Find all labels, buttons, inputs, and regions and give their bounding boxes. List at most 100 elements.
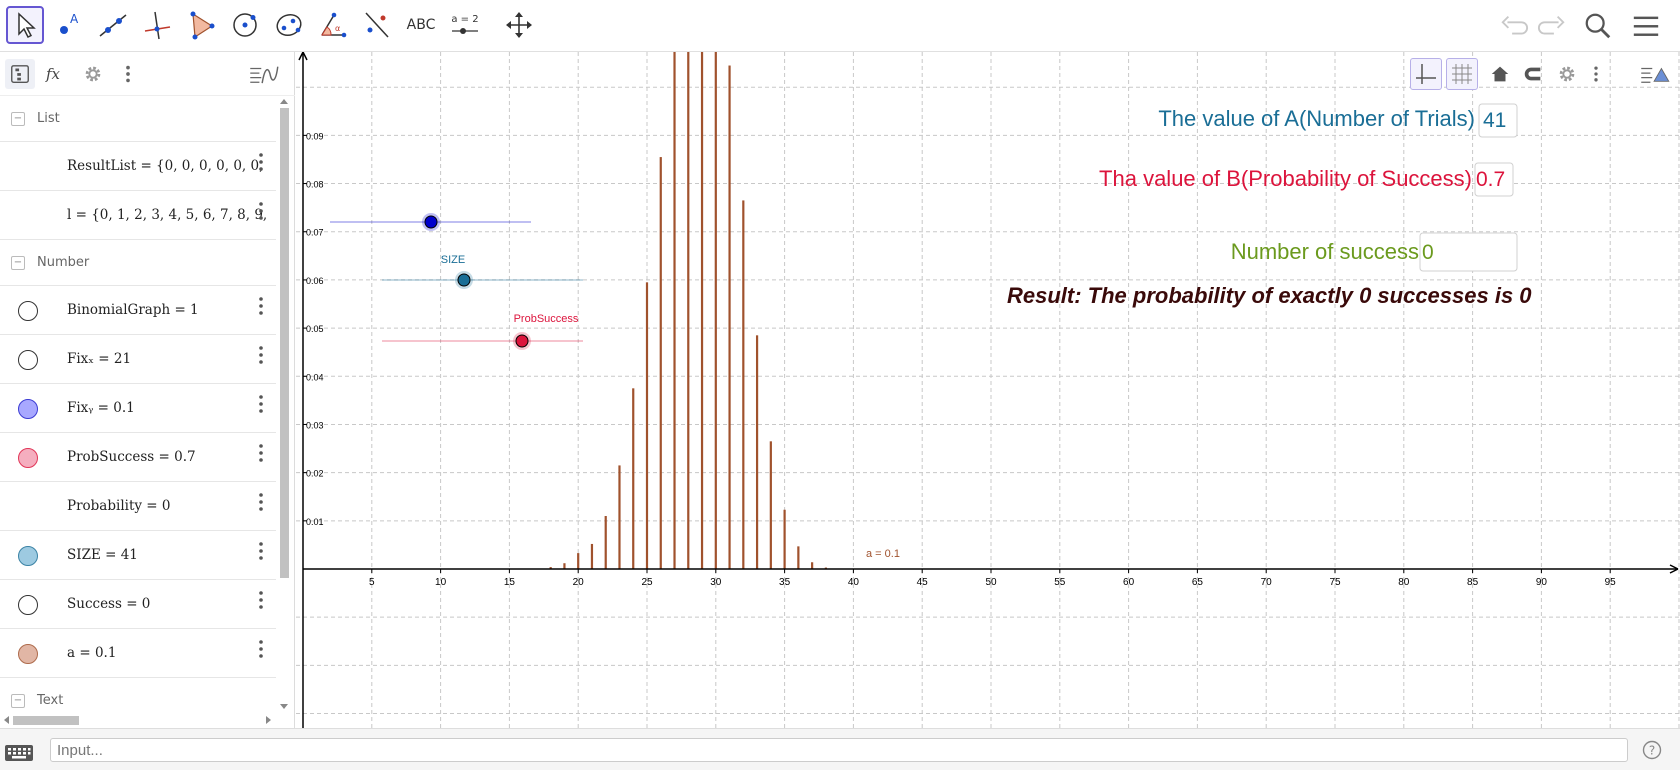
more-vert-icon[interactable] [258, 590, 264, 610]
slider-fix[interactable] [330, 213, 531, 231]
list-item[interactable]: a = 0.1 [0, 629, 276, 678]
main-menu-button[interactable] [1630, 10, 1662, 42]
slider-size[interactable]: SIZE [382, 254, 583, 289]
redo-button[interactable] [1536, 10, 1568, 42]
list-item[interactable]: BinomialGraph = 1 [0, 286, 276, 335]
group-header-number[interactable]: − Number [0, 240, 276, 286]
graphics-view[interactable]: 5 10 15 20 25 30 35 40 45 50 55 60 65 70 75 80 85 90 95 0.0… [296, 52, 1680, 728]
collapse-icon[interactable]: − [11, 255, 25, 270]
list-item[interactable]: ProbSuccess = 0.7 [0, 433, 276, 482]
x-tick-label: 45 [917, 577, 929, 588]
visibility-toggle[interactable] [18, 350, 38, 370]
binomial-bar [604, 516, 607, 569]
algebra-tree-button[interactable] [5, 59, 35, 89]
point-capturing-button[interactable] [1518, 60, 1548, 88]
success-input-box[interactable]: 0 [1419, 232, 1518, 272]
move-graphics-view-tool[interactable] [500, 6, 538, 44]
point-tool[interactable]: A [50, 6, 88, 44]
x-tick-label: 15 [504, 577, 516, 588]
x-tick-label: 40 [848, 577, 860, 588]
success-label: Number of success [1231, 239, 1419, 264]
keyboard-button[interactable] [4, 741, 34, 763]
binomial-bar [700, 52, 704, 569]
keyboard-icon [5, 745, 33, 761]
binomial-bar [687, 52, 690, 569]
input-field[interactable] [50, 738, 1628, 762]
graphics-canvas[interactable]: 5 10 15 20 25 30 35 40 45 50 55 60 65 70 75 80 85 90 95 0.0… [296, 52, 1680, 728]
more-vert-icon[interactable] [258, 201, 264, 221]
list-item[interactable]: Probability = 0 [0, 482, 276, 531]
conic-tool[interactable] [270, 6, 308, 44]
line-tool[interactable] [94, 6, 132, 44]
algebra-more-button[interactable] [113, 59, 143, 89]
prob-input-box[interactable]: 0.7 [1474, 162, 1514, 197]
help-icon: ? [1642, 740, 1662, 760]
list-item[interactable]: Success = 0 [0, 580, 276, 629]
slider-size-knob[interactable] [457, 273, 471, 287]
list-item[interactable]: l = {0, 1, 2, 3, 4, 5, 6, 7, 8, 9, 10, 1 [0, 191, 276, 240]
circle-tool[interactable] [226, 6, 264, 44]
more-vert-icon[interactable] [258, 394, 264, 414]
visibility-toggle[interactable] [18, 448, 38, 468]
collapse-icon[interactable]: − [11, 693, 25, 708]
group-header-text[interactable]: − Text [0, 678, 276, 712]
slider-tool[interactable]: a = 2 [446, 6, 484, 44]
more-vert-icon[interactable] [258, 152, 264, 172]
collapse-icon[interactable]: − [11, 111, 25, 126]
binomial-bar [769, 441, 772, 569]
list-item[interactable]: Fixᵧ = 0.1 [0, 384, 276, 433]
binomial-bar [577, 553, 580, 569]
item-expression: l = {0, 1, 2, 3, 4, 5, 6, 7, 8, 9, 10, 1 [67, 207, 267, 223]
text-tool[interactable]: ABC [402, 6, 440, 44]
slider-fix-knob[interactable] [424, 215, 438, 229]
item-expression: BinomialGraph = 1 [67, 302, 199, 318]
tree-icon [11, 65, 29, 83]
group-header-list[interactable]: − List [0, 96, 276, 142]
prob-value: 0.7 [1476, 168, 1505, 191]
more-vert-icon[interactable] [258, 492, 264, 512]
move-tool[interactable] [6, 6, 44, 44]
algebra-settings-button[interactable] [78, 59, 108, 89]
binomial-bar [728, 65, 731, 570]
search-button[interactable] [1582, 10, 1614, 42]
style-bar-toggle-button[interactable] [1638, 60, 1672, 88]
redo-icon [1538, 15, 1565, 35]
visibility-toggle[interactable] [18, 644, 38, 664]
graphics-more-button[interactable] [1586, 60, 1606, 88]
help-button[interactable]: ? [1642, 740, 1662, 760]
visibility-toggle[interactable] [18, 301, 38, 321]
list-item[interactable]: Fixₓ = 21 [0, 335, 276, 384]
graphics-settings-button[interactable] [1553, 60, 1581, 88]
reflect-tool[interactable] [358, 6, 396, 44]
more-vert-icon[interactable] [258, 296, 264, 316]
more-vert-icon[interactable] [258, 345, 264, 365]
angle-tool[interactable]: α [314, 6, 352, 44]
perpendicular-line-tool[interactable] [138, 6, 176, 44]
show-grid-button[interactable] [1446, 58, 1478, 90]
fx-button[interactable]: fx [40, 59, 70, 89]
visibility-toggle[interactable] [18, 546, 38, 566]
show-axes-button[interactable] [1410, 58, 1442, 90]
polygon-tool[interactable] [182, 6, 220, 44]
list-item[interactable]: ResultList = {0, 0, 0, 0, 0, 0, 0, 0 [0, 142, 276, 191]
more-vert-icon[interactable] [258, 541, 264, 561]
horizontal-scrollbar[interactable] [0, 712, 276, 726]
item-expression: a = 0.1 [67, 645, 117, 661]
slider-prob-knob[interactable] [515, 334, 529, 348]
visibility-toggle[interactable] [18, 399, 38, 419]
x-tick-label: 5 [369, 577, 375, 588]
undo-button[interactable] [1498, 10, 1530, 42]
x-tick-label: 95 [1605, 577, 1617, 588]
graphics-toggle-button[interactable] [246, 59, 282, 89]
more-vert-icon[interactable] [258, 639, 264, 659]
visibility-toggle[interactable] [18, 595, 38, 615]
group-title: Number [37, 255, 90, 270]
standard-view-button[interactable] [1486, 60, 1514, 88]
more-vert-icon[interactable] [258, 443, 264, 463]
list-item[interactable]: SIZE = 41 [0, 531, 276, 580]
group-title: List [37, 111, 60, 126]
vertical-scrollbar[interactable] [278, 96, 290, 712]
trials-input-box[interactable]: 41 [1478, 103, 1518, 138]
line-icon [99, 14, 127, 37]
slider-probsuccess[interactable]: ProbSuccess [382, 313, 583, 350]
